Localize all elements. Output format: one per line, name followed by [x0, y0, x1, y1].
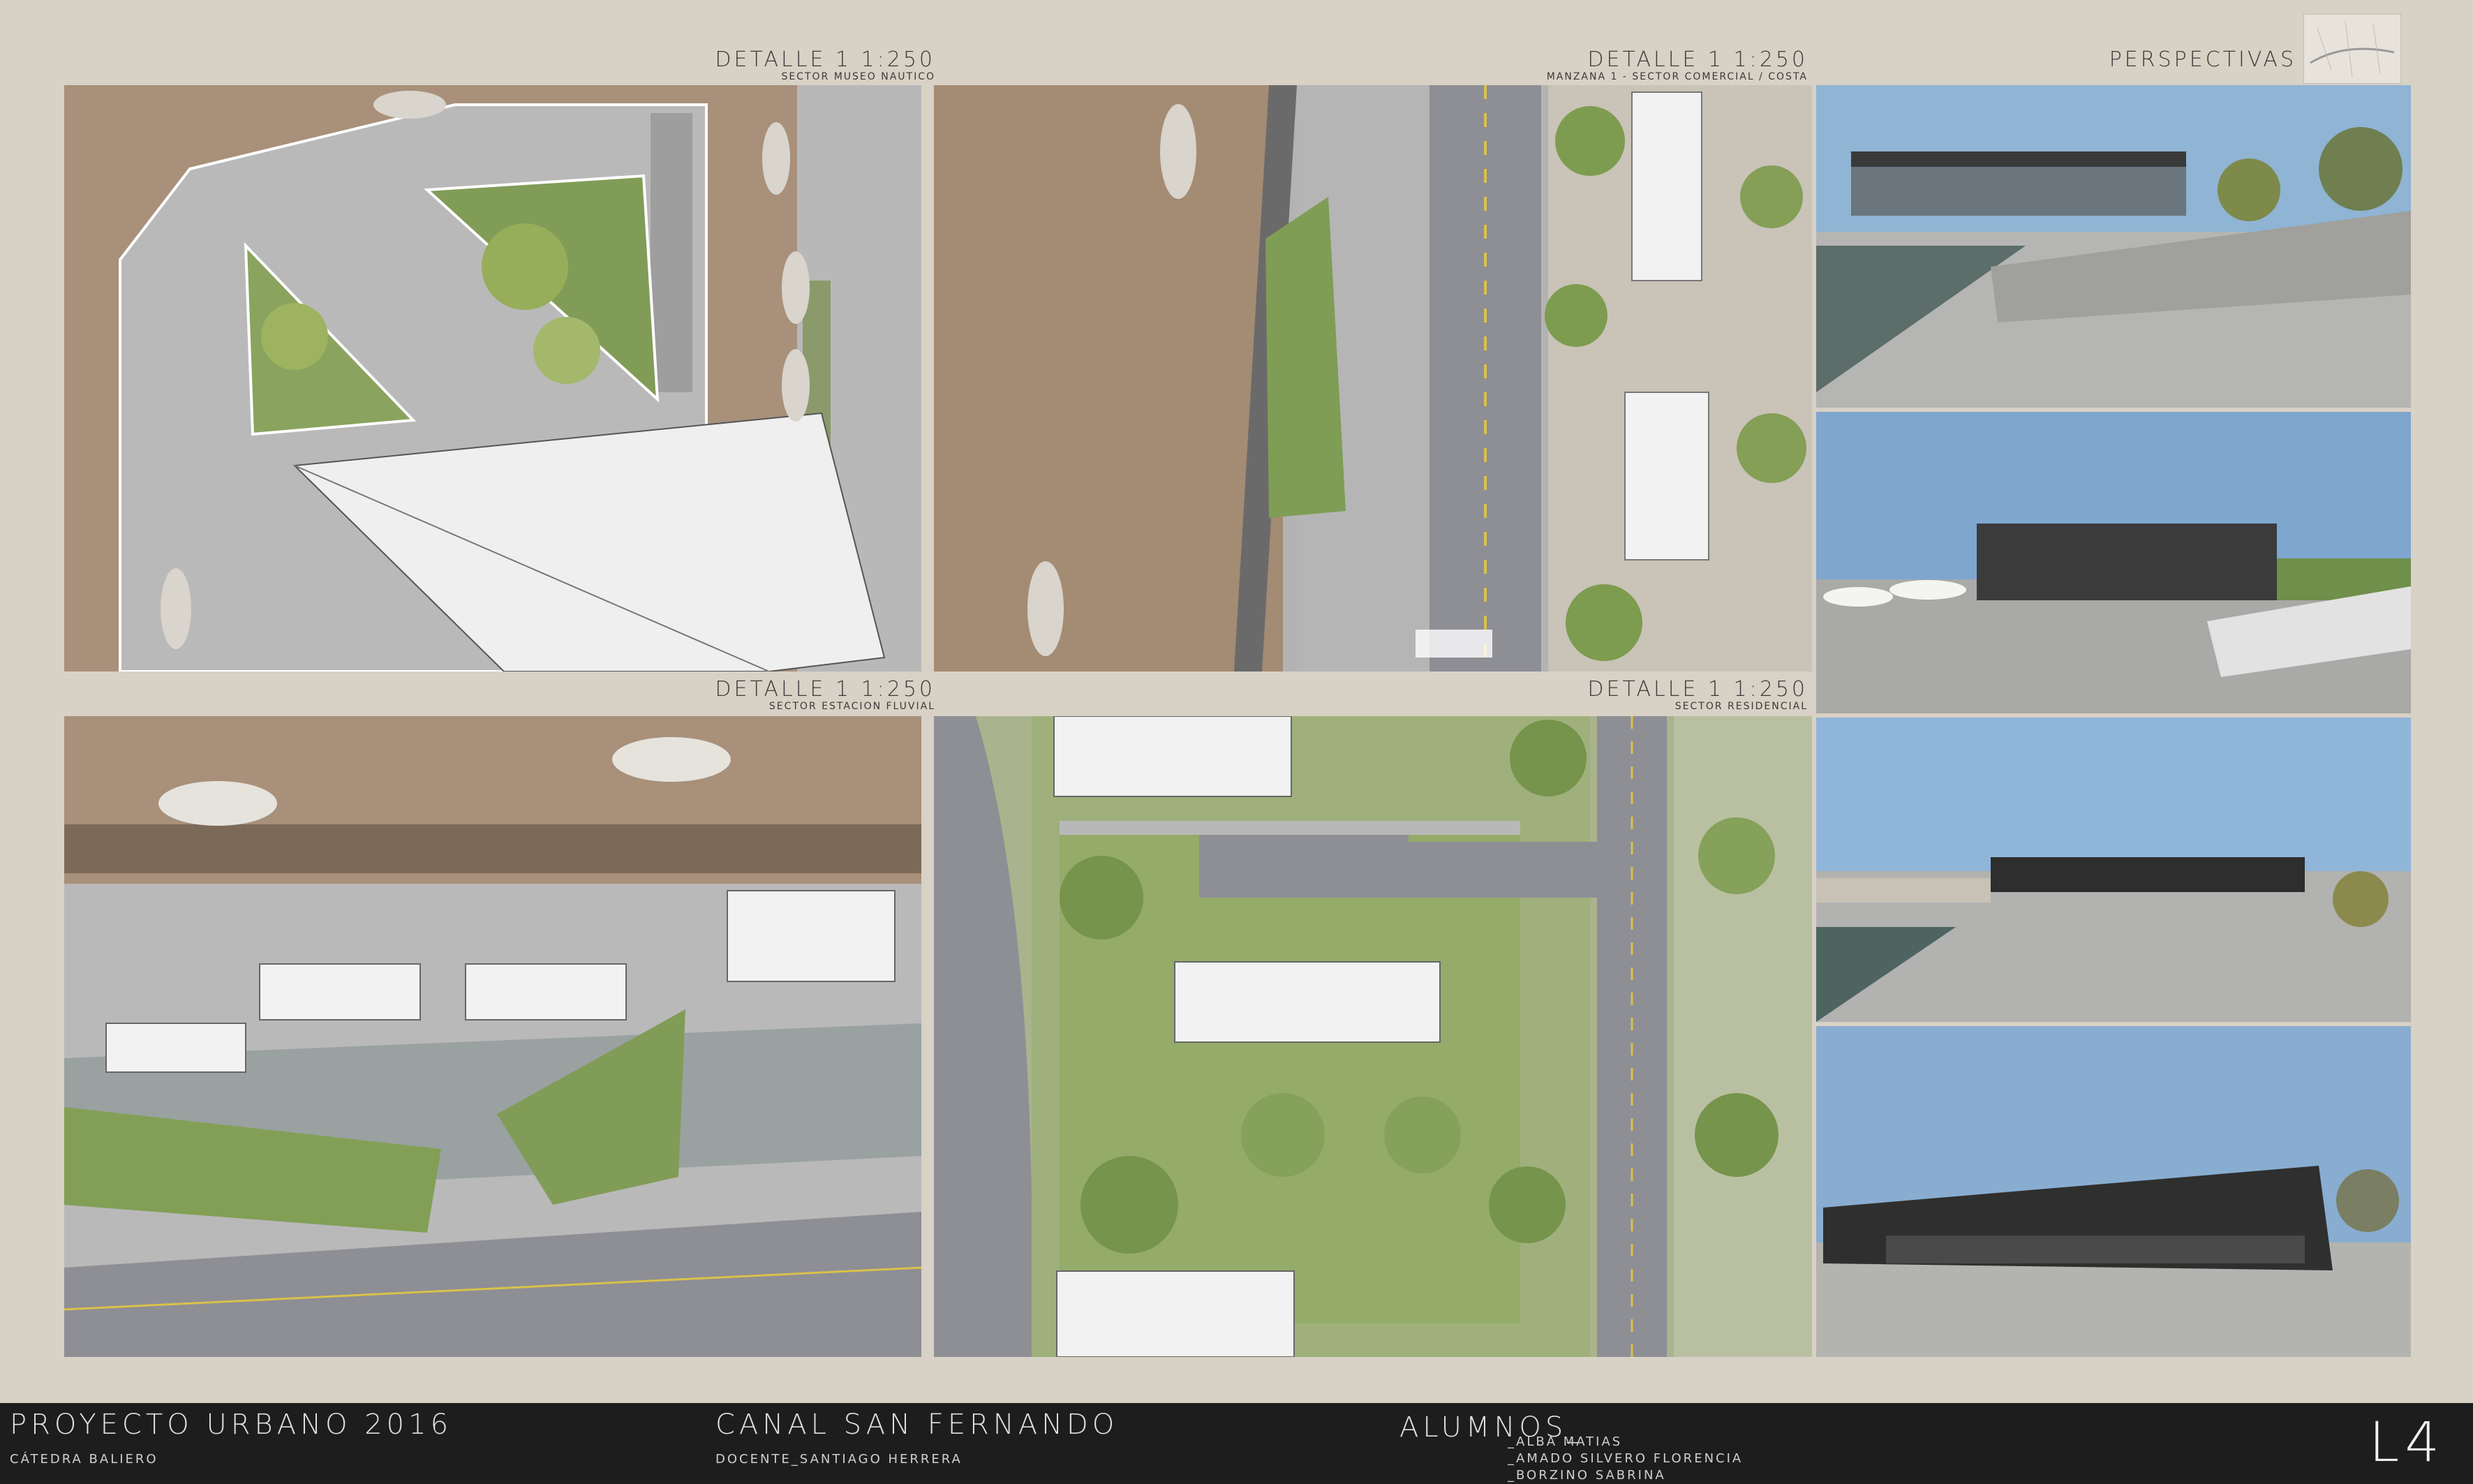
chair-name: CÁTEDRA BALIERO — [10, 1452, 158, 1467]
plan-museo-nautico — [64, 85, 921, 671]
student-3: _BORZINO SABRINA — [1508, 1468, 1666, 1483]
detail2-subtitle: MANZANA 1 - SECTOR COMERCIAL / COSTA — [1546, 71, 1808, 82]
perspective-2 — [1816, 412, 2411, 713]
detail4-title: DETALLE 1 1:250 — [1587, 677, 1808, 702]
perspective-1 — [1816, 85, 2411, 408]
detail3-subtitle: SECTOR ESTACION FLUVIAL — [768, 701, 935, 712]
sheet-number: L4 — [2368, 1411, 2445, 1474]
detail4-subtitle: SECTOR RESIDENCIAL — [1674, 701, 1808, 712]
student-2: _AMADO SILVERO FLORENCIA — [1508, 1451, 1744, 1466]
perspectives-title: PERSPECTIVAS — [2109, 47, 2296, 72]
site-name: CANAL SAN FERNANDO — [715, 1409, 1119, 1441]
student-1: _ALBA MATIAS — [1508, 1434, 1623, 1449]
perspective-3 — [1816, 718, 2411, 1022]
detail3-title: DETALLE 1 1:250 — [715, 677, 935, 702]
plan-sector-comercial — [934, 85, 1812, 671]
detail2-title: DETALLE 1 1:250 — [1587, 47, 1808, 72]
title-block: PROYECTO URBANO 2016 CÁTEDRA BALIERO CAN… — [0, 1403, 2473, 1484]
plan-sector-residencial — [934, 716, 1812, 1357]
project-title: PROYECTO URBANO 2016 — [10, 1409, 453, 1441]
teacher-name: DOCENTE_SANTIAGO HERRERA — [715, 1452, 963, 1467]
perspective-4 — [1816, 1026, 2411, 1357]
plan-estacion-fluvial — [64, 716, 921, 1357]
site-keymap — [2303, 14, 2401, 84]
detail1-subtitle: SECTOR MUSEO NAUTICO — [781, 71, 935, 82]
detail1-title: DETALLE 1 1:250 — [715, 47, 935, 72]
